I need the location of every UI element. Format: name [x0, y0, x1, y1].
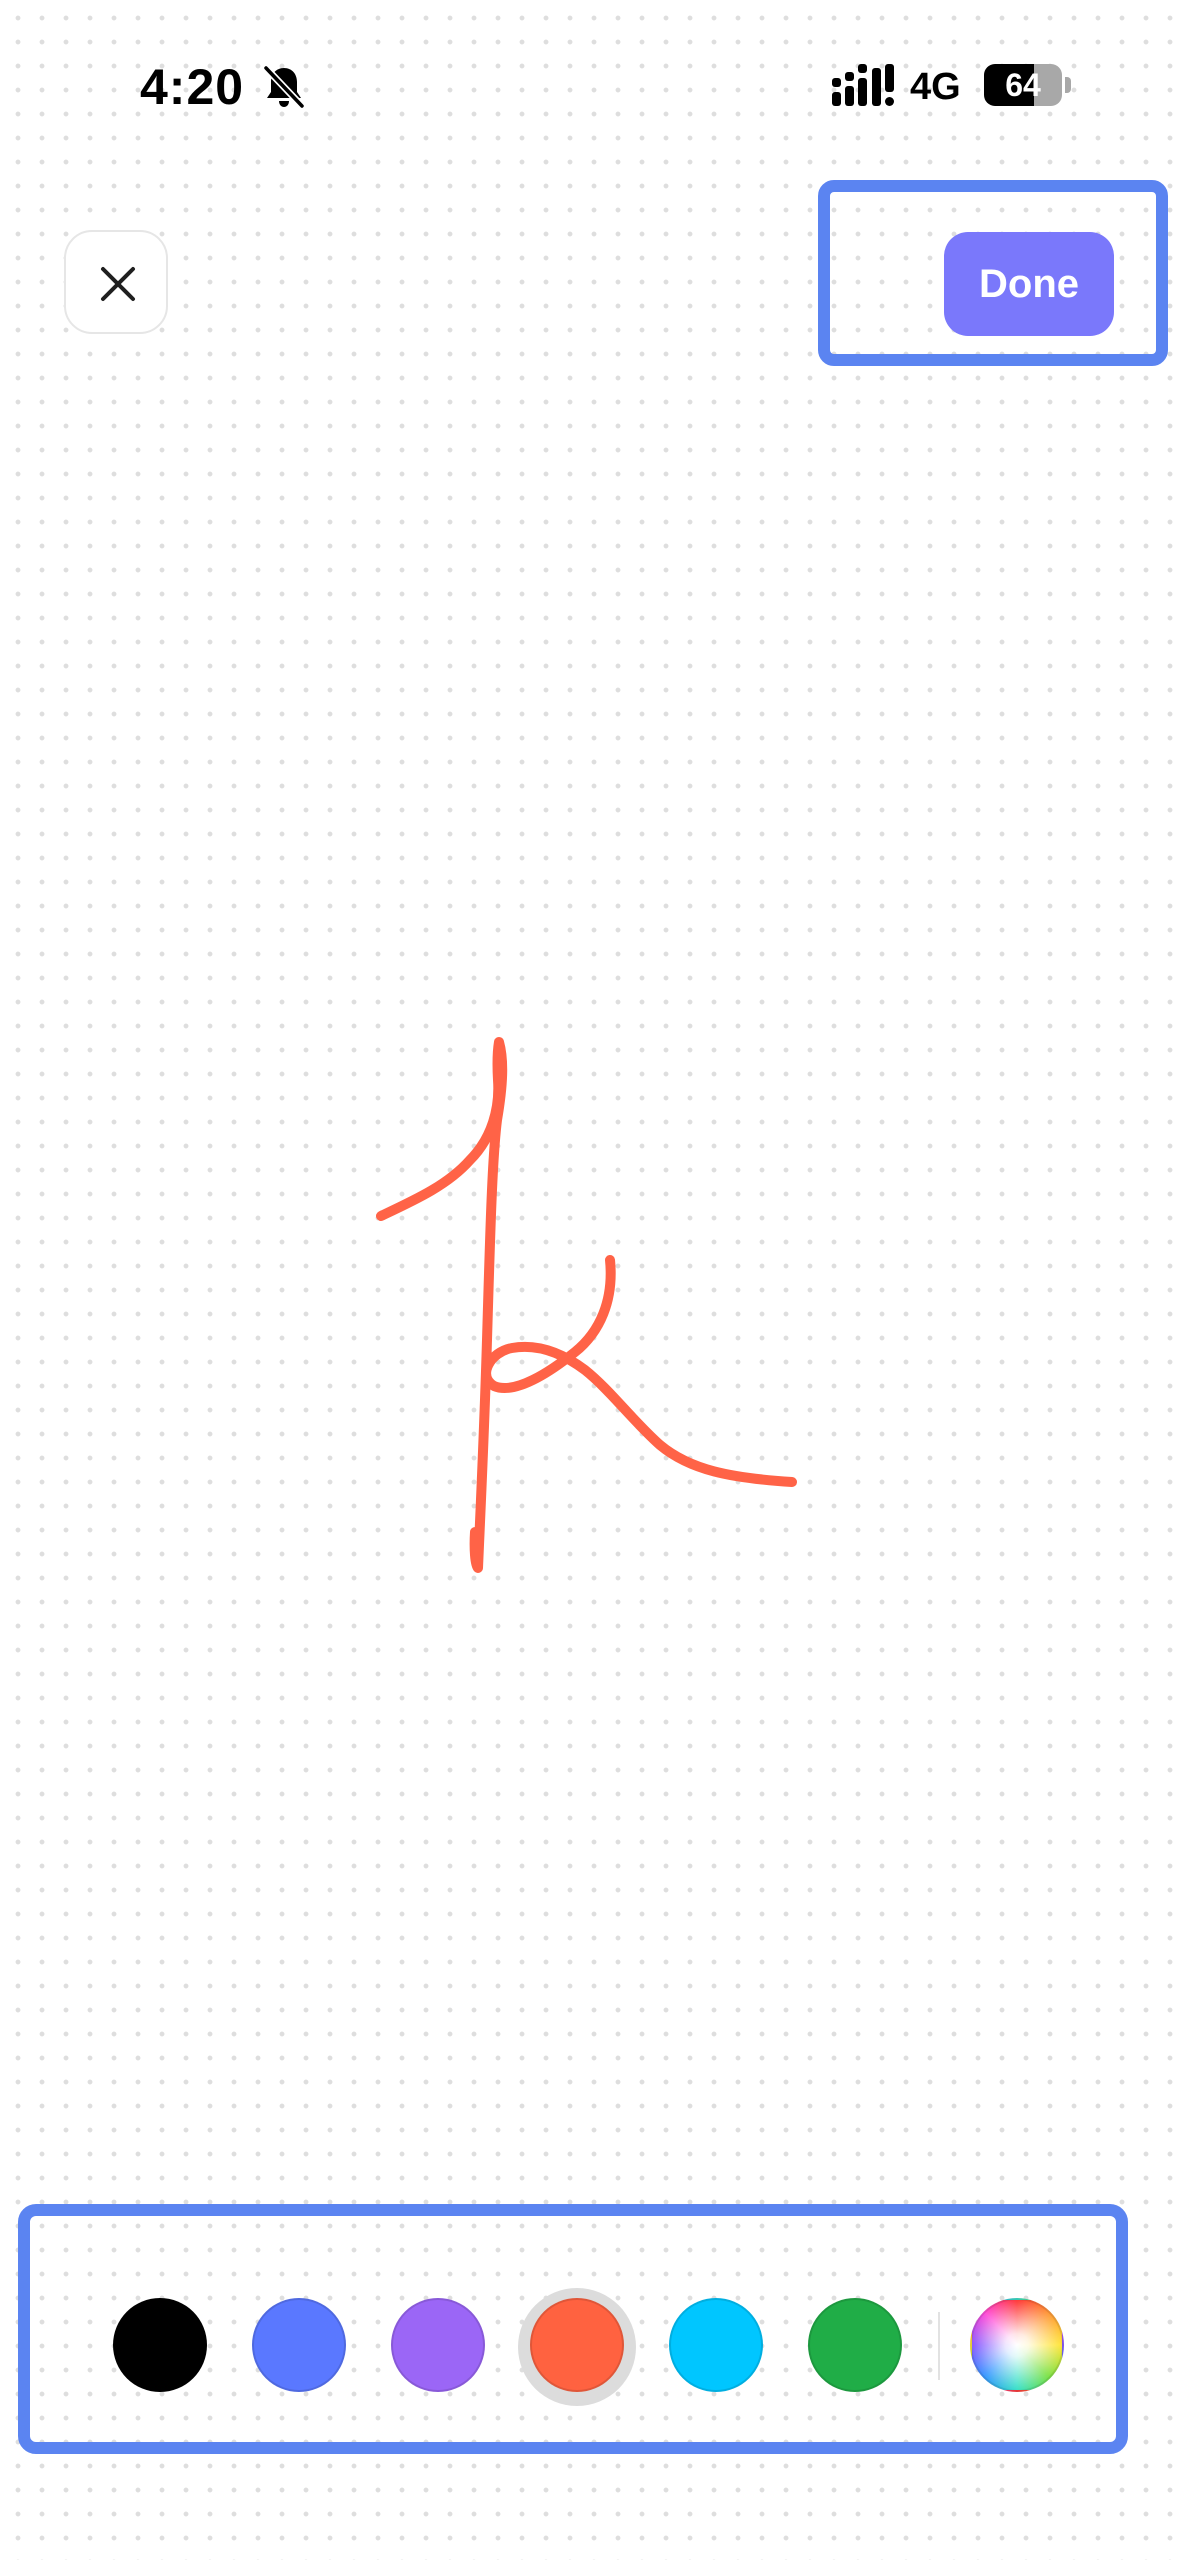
done-button[interactable]: Done: [944, 232, 1114, 336]
color-wheel-icon[interactable]: [970, 2298, 1064, 2392]
toolbar-divider: [938, 2312, 940, 2380]
color-swatch-orange-red[interactable]: [530, 2298, 624, 2392]
color-swatch-black[interactable]: [113, 2298, 207, 2392]
drawing-stroke: [376, 1037, 508, 1573]
color-swatch-blue[interactable]: [252, 2298, 346, 2392]
close-icon: [101, 267, 135, 301]
drawing-stroke: [481, 1255, 797, 1487]
color-swatch-green[interactable]: [808, 2298, 902, 2392]
close-button[interactable]: [64, 230, 168, 334]
color-swatch-purple[interactable]: [391, 2298, 485, 2392]
drawing-canvas[interactable]: [0, 0, 1178, 2560]
color-swatch-cyan[interactable]: [669, 2298, 763, 2392]
